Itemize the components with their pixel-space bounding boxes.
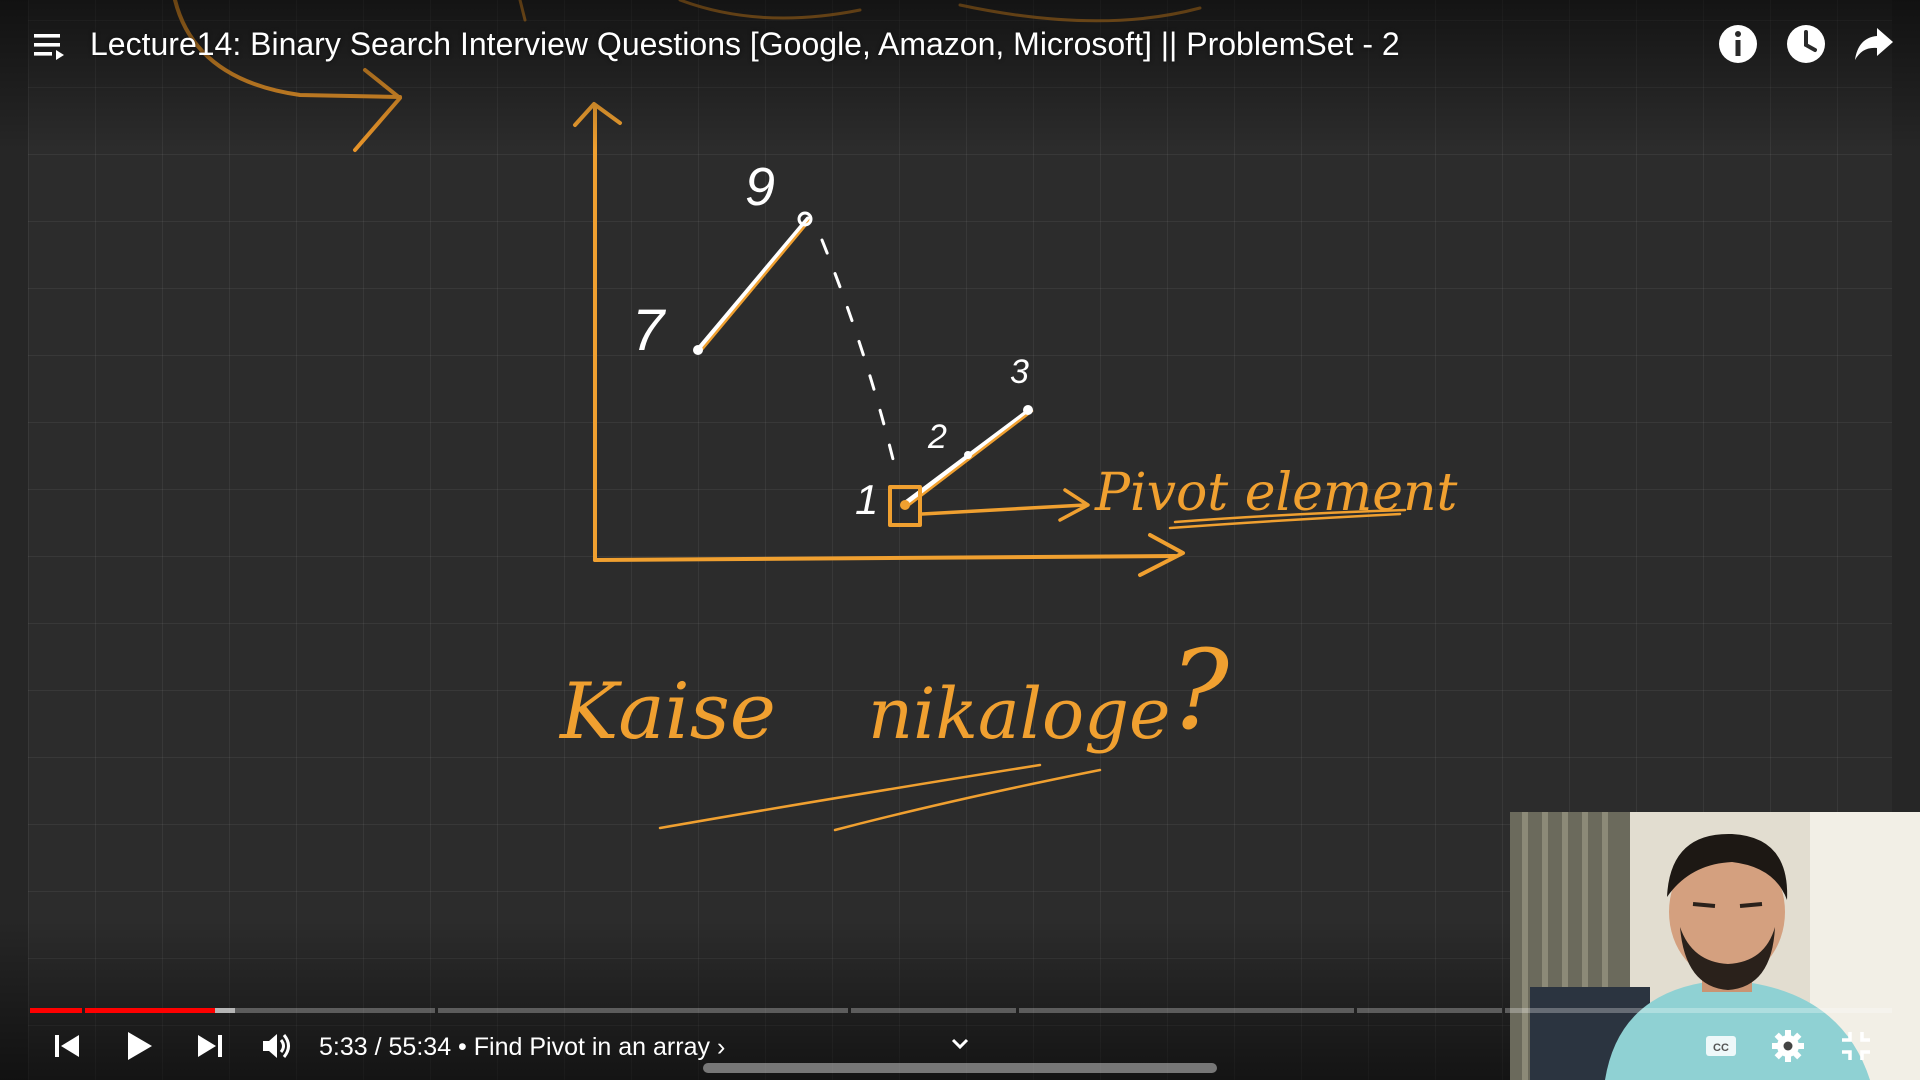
label-9: 9	[745, 157, 775, 217]
question-underline	[658, 763, 1102, 832]
label-2: 2	[927, 418, 947, 456]
chapter-segment	[851, 1008, 1016, 1013]
previous-icon[interactable]	[49, 1028, 85, 1064]
info-icon[interactable]	[1716, 22, 1760, 66]
svg-text:CC: CC	[1713, 1042, 1729, 1054]
share-icon[interactable]	[1852, 22, 1896, 66]
question-word-nikaloge: nikaloge	[868, 673, 1170, 755]
pivot-element-text: Pivot element	[1094, 463, 1457, 523]
time-separator: /	[374, 1033, 382, 1061]
label-3: 3	[1010, 353, 1029, 391]
segment-1-to-3-ink	[903, 409, 1034, 510]
next-icon[interactable]	[192, 1028, 228, 1064]
played-range	[30, 1008, 82, 1013]
buffered-range	[215, 1008, 235, 1013]
chapter-segment	[438, 1008, 848, 1013]
dashed-drop	[820, 238, 900, 482]
scrollbar-thumb[interactable]	[703, 1063, 1217, 1073]
volume-icon[interactable]	[259, 1028, 295, 1064]
progress-bar[interactable]	[30, 1004, 1892, 1016]
duration: 55:34	[388, 1033, 452, 1061]
captions-icon[interactable]: CC	[1703, 1028, 1739, 1064]
segment-7-to-9	[695, 216, 811, 353]
chapter-title[interactable]: Find Pivot in an array	[474, 1032, 710, 1062]
chapter-segment	[1357, 1008, 1502, 1013]
x-axis	[593, 554, 1177, 562]
label-1: 1	[855, 476, 878, 523]
progress-track	[30, 1008, 1892, 1013]
chapter-segment	[1505, 1008, 1892, 1013]
chevron-down-icon[interactable]	[948, 1032, 972, 1056]
point-3	[1023, 405, 1033, 415]
question-word-kaise: Kaise	[558, 667, 776, 757]
current-time: 5:33	[319, 1033, 368, 1061]
play-icon[interactable]	[120, 1028, 156, 1064]
chapter-separator: •	[458, 1033, 467, 1061]
video-title[interactable]: Lecture14: Binary Search Interview Quest…	[90, 22, 1400, 66]
time-display: 5:33 / 55:34 • Find Pivot in an array ›	[319, 1032, 725, 1062]
question-mark: ?	[1170, 626, 1230, 754]
point-7	[693, 345, 703, 355]
pivot-arrow	[920, 503, 1087, 516]
chapter-arrow[interactable]: ›	[717, 1032, 725, 1062]
label-7: 7	[632, 298, 667, 363]
playlist-icon[interactable]	[30, 26, 70, 66]
video-top-bar: Lecture14: Binary Search Interview Quest…	[0, 0, 1920, 90]
exit-fullscreen-icon[interactable]	[1838, 1028, 1874, 1064]
watch-later-icon[interactable]	[1784, 22, 1828, 66]
chapter-segment	[1019, 1008, 1354, 1013]
point-2	[964, 451, 972, 459]
point-1	[900, 500, 910, 510]
played-range	[85, 1008, 215, 1013]
settings-icon[interactable]	[1770, 1028, 1806, 1064]
segment-7-to-9-ink	[698, 218, 812, 354]
